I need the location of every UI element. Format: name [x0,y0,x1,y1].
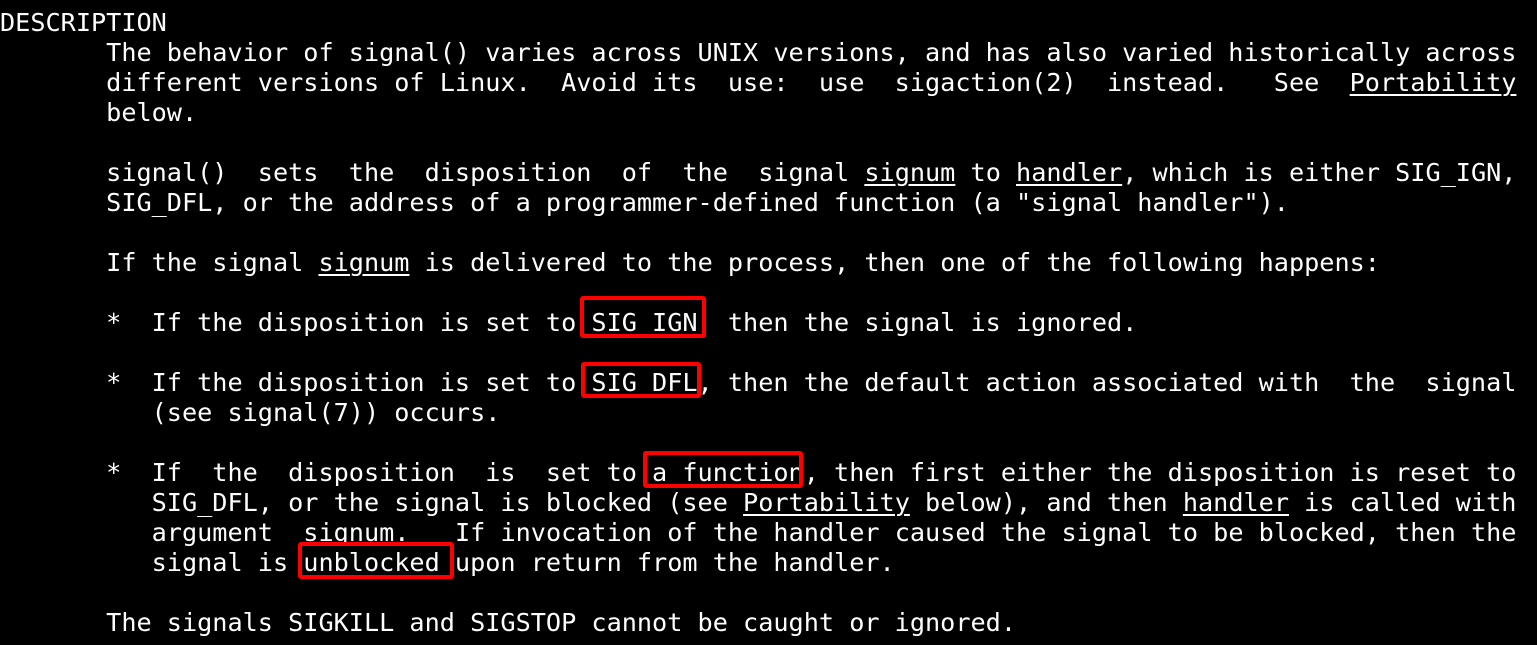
text-run: is delivered to the process, then one of… [409,248,1380,277]
terminal-line: signal is unblocked upon return from the… [0,548,895,578]
text-run: (see signal(7)) occurs. [0,398,501,427]
terminal-line: SIG_DFL, or the signal is blocked (see P… [0,488,1517,518]
text-run: DESCRIPTION [0,8,167,37]
text-run: * If the disposition is set to SIG_DFL, … [0,368,1517,397]
text-run [0,428,15,457]
text-run: SIG_DFL, or the address of a programmer-… [0,188,1289,217]
terminal-line [0,578,15,608]
text-run [0,218,15,247]
italic-term: handler [1016,158,1123,187]
text-run: . If invocation of the handler caused th… [394,518,1517,547]
terminal-line [0,428,15,458]
text-run: signal() sets the disposition of the sig… [0,158,865,187]
text-run: SIG_DFL, or the signal is blocked (see [0,488,744,517]
text-run [0,278,15,307]
text-run: If the signal [0,248,319,277]
terminal-line [0,338,15,368]
terminal-line: * If the disposition is set to a functio… [0,458,1516,488]
text-run: different versions of Linux. Avoid its u… [0,68,1350,97]
terminal-line [0,128,15,158]
text-run [0,128,15,157]
terminal-line [0,218,15,248]
terminal-line: argument signum. If invocation of the ha… [0,518,1517,548]
italic-term: Portability [743,488,910,517]
text-run: argument [0,518,304,547]
text-run: is called with [1288,488,1517,517]
terminal-line: different versions of Linux. Avoid its u… [0,68,1516,98]
terminal-line [0,278,15,308]
terminal-line: * If the disposition is set to SIG_IGN t… [0,308,1137,338]
italic-term: handler [1182,488,1289,517]
text-run [0,338,15,367]
terminal-man-page[interactable]: DESCRIPTION The behavior of signal() var… [0,0,1537,645]
terminal-line: SIG_DFL, or the address of a programmer-… [0,188,1289,218]
text-run: below), and then [909,488,1183,517]
italic-term: signum [318,248,410,277]
text-run: , which is either SIG_IGN, [1122,158,1517,187]
italic-term: signum [303,518,395,547]
text-run: The behavior of signal() varies across U… [0,38,1517,67]
terminal-line: The behavior of signal() varies across U… [0,38,1516,68]
text-run: The signals SIGKILL and SIGSTOP cannot b… [0,608,1016,637]
terminal-line: (see signal(7)) occurs. [0,398,501,428]
italic-term: signum [864,158,956,187]
text-run: * If the disposition is set to SIG_IGN t… [0,308,1138,337]
text-run: * If the disposition is set to a functio… [0,458,1517,487]
terminal-line: DESCRIPTION [0,8,167,38]
text-run: to [955,158,1017,187]
terminal-line: signal() sets the disposition of the sig… [0,158,1516,188]
terminal-line: The signals SIGKILL and SIGSTOP cannot b… [0,608,1016,638]
text-run: signal is unblocked upon return from the… [0,548,895,577]
text-run [0,578,15,607]
terminal-line: If the signal signum is delivered to the… [0,248,1380,278]
terminal-line: * If the disposition is set to SIG_DFL, … [0,368,1516,398]
text-run: below. [0,98,198,127]
italic-term: Portability [1349,68,1517,97]
terminal-line: below. [0,98,197,128]
